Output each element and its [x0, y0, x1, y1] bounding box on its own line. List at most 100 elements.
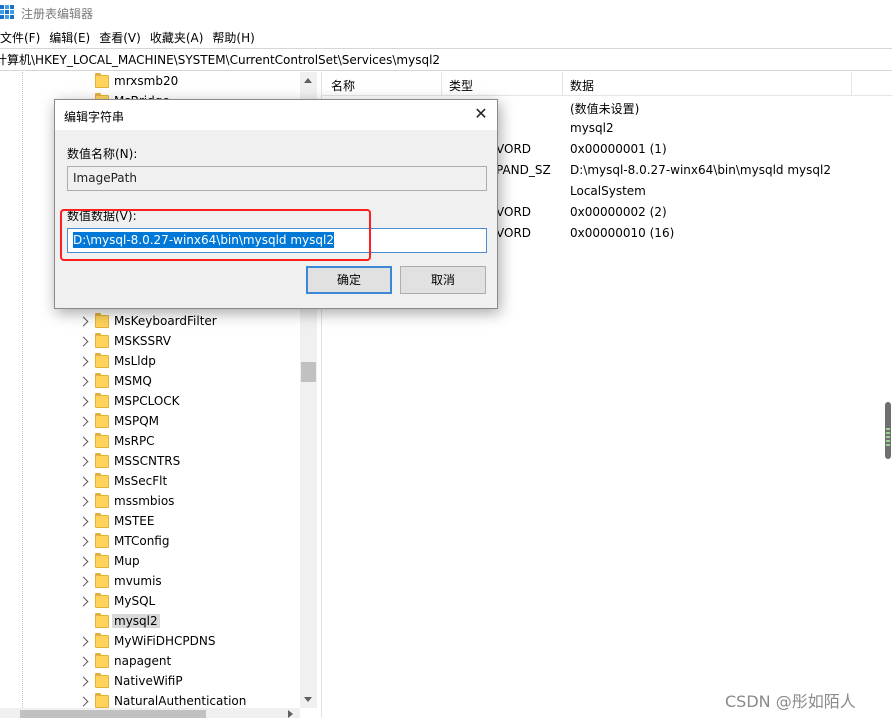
folder-icon — [95, 653, 109, 668]
chevron-right-icon[interactable] — [78, 396, 89, 407]
tree-item[interactable]: MSKSSRV — [0, 332, 300, 352]
tree-item[interactable]: mssmbios — [0, 492, 300, 512]
column-type[interactable]: 类型 — [449, 77, 473, 94]
tree-item[interactable]: Mup — [0, 552, 300, 572]
chevron-right-icon[interactable] — [78, 636, 89, 647]
chevron-right-icon[interactable] — [78, 536, 89, 547]
tree-item[interactable]: MSMQ — [0, 372, 300, 392]
column-separator[interactable] — [851, 72, 852, 96]
chevron-right-icon[interactable] — [78, 316, 89, 327]
cancel-button[interactable]: 取消 — [400, 266, 486, 294]
value-data-cell[interactable]: 0x00000001 (1) — [570, 142, 667, 156]
scroll-thumb[interactable] — [301, 362, 316, 382]
tree-item[interactable]: MsRPC — [0, 432, 300, 452]
tree-item[interactable]: mrxsmb20 — [0, 72, 300, 92]
folder-icon — [95, 553, 109, 568]
highlight-annotation-box — [60, 209, 371, 261]
dialog-title: 编辑字符串 — [64, 110, 125, 124]
tree-item-label: MsSecFlt — [114, 474, 168, 488]
chevron-right-icon[interactable] — [78, 356, 89, 367]
column-data[interactable]: 数据 — [570, 77, 594, 94]
value-data-cell[interactable]: mysql2 — [570, 121, 614, 135]
value-data-cell[interactable]: 0x00000002 (2) — [570, 205, 667, 219]
tree-item[interactable]: MTConfig — [0, 532, 300, 552]
value-data-cell[interactable]: (数值未设置) — [570, 100, 639, 117]
value-name-field: ImagePath — [67, 166, 487, 191]
scroll-down-arrow-icon[interactable] — [304, 697, 312, 702]
tree-item-label: MsKeyboardFilter — [114, 314, 217, 328]
tree-item[interactable]: MsSecFlt — [0, 472, 300, 492]
tree-item[interactable]: MSPQM — [0, 412, 300, 432]
tree-item[interactable]: MySQL — [0, 592, 300, 612]
column-separator[interactable] — [562, 72, 563, 96]
tree-item-label: MSPQM — [114, 414, 160, 428]
chevron-right-icon[interactable] — [78, 416, 89, 427]
tree-item[interactable]: NativeWifiP — [0, 672, 300, 692]
chevron-right-icon[interactable] — [78, 516, 89, 527]
menu-file[interactable]: 文件(F) — [0, 29, 49, 46]
menu-favorites[interactable]: 收藏夹(A) — [150, 29, 213, 46]
edit-string-dialog: 编辑字符串 ✕ 数值名称(N): ImagePath 数值数据(V): D:\m… — [54, 99, 498, 309]
hscroll-thumb[interactable] — [20, 710, 206, 718]
chevron-right-icon[interactable] — [78, 436, 89, 447]
value-type-cell[interactable]: VORD — [496, 142, 531, 156]
scroll-up-arrow-icon[interactable] — [304, 78, 312, 83]
chevron-right-icon[interactable] — [78, 496, 89, 507]
menu-help[interactable]: 帮助(H) — [212, 29, 263, 46]
chevron-right-icon[interactable] — [78, 696, 89, 707]
value-data-cell[interactable]: 0x00000010 (16) — [570, 226, 674, 240]
value-data-cell[interactable]: D:\mysql-8.0.27-winx64\bin\mysqld mysql2 — [570, 163, 831, 177]
tree-item[interactable]: MyWiFiDHCPDNS — [0, 632, 300, 652]
chevron-right-icon[interactable] — [78, 376, 89, 387]
folder-icon — [95, 313, 109, 328]
chevron-right-icon[interactable] — [78, 456, 89, 467]
value-type-cell[interactable]: VORD — [496, 205, 531, 219]
tree-item[interactable]: MSSCNTRS — [0, 452, 300, 472]
tree-item[interactable]: MSPCLOCK — [0, 392, 300, 412]
close-icon[interactable]: ✕ — [473, 106, 489, 122]
tree-item[interactable]: MsLldp — [0, 352, 300, 372]
tree-item[interactable]: MsKeyboardFilter — [0, 312, 300, 332]
tree-item-label: napagent — [114, 654, 172, 668]
folder-icon — [95, 673, 109, 688]
scroll-right-arrow-icon[interactable] — [288, 710, 293, 718]
tree-item-label: mssmbios — [114, 494, 175, 508]
tree-item-label: MSTEE — [114, 514, 155, 528]
tree-item[interactable]: mysql2 — [0, 612, 300, 632]
chevron-right-icon[interactable] — [78, 336, 89, 347]
address-bar[interactable]: 计算机\HKEY_LOCAL_MACHINE\SYSTEM\CurrentCon… — [0, 48, 892, 71]
chevron-right-icon[interactable] — [78, 556, 89, 567]
folder-icon — [95, 533, 109, 548]
tree-item[interactable]: napagent — [0, 652, 300, 672]
folder-icon — [95, 473, 109, 488]
chevron-right-icon[interactable] — [78, 476, 89, 487]
chevron-right-icon[interactable] — [78, 676, 89, 687]
menu-view[interactable]: 查看(V) — [99, 29, 150, 46]
folder-icon — [95, 593, 109, 608]
tree-horizontal-scrollbar[interactable] — [0, 708, 300, 718]
tree-item-label: MsRPC — [114, 434, 155, 448]
tree-item[interactable]: MSTEE — [0, 512, 300, 532]
column-separator[interactable] — [441, 72, 442, 96]
right-edge-scroll-indicator[interactable] — [885, 402, 891, 459]
ok-button[interactable]: 确定 — [306, 266, 392, 294]
chevron-right-icon[interactable] — [78, 576, 89, 587]
watermark: CSDN @彤如陌人 — [725, 692, 856, 711]
value-type-cell[interactable]: PAND_SZ — [496, 163, 551, 177]
menu-edit[interactable]: 编辑(E) — [49, 29, 99, 46]
folder-icon — [95, 73, 109, 88]
folder-icon — [95, 453, 109, 468]
column-name[interactable]: 名称 — [331, 77, 355, 94]
regedit-app-icon — [0, 5, 14, 19]
folder-icon — [95, 573, 109, 588]
tree-item[interactable]: mvumis — [0, 572, 300, 592]
chevron-right-icon[interactable] — [78, 596, 89, 607]
value-data-cell[interactable]: LocalSystem — [570, 184, 646, 198]
dialog-title-bar[interactable]: 编辑字符串 ✕ — [55, 100, 497, 130]
chevron-right-icon[interactable] — [78, 656, 89, 667]
value-type-cell[interactable]: VORD — [496, 226, 531, 240]
folder-icon — [95, 493, 109, 508]
title-bar: 注册表编辑器 — [0, 0, 892, 26]
tree-item-label: mrxsmb20 — [114, 74, 179, 88]
tree-item-label: MSKSSRV — [114, 334, 171, 348]
